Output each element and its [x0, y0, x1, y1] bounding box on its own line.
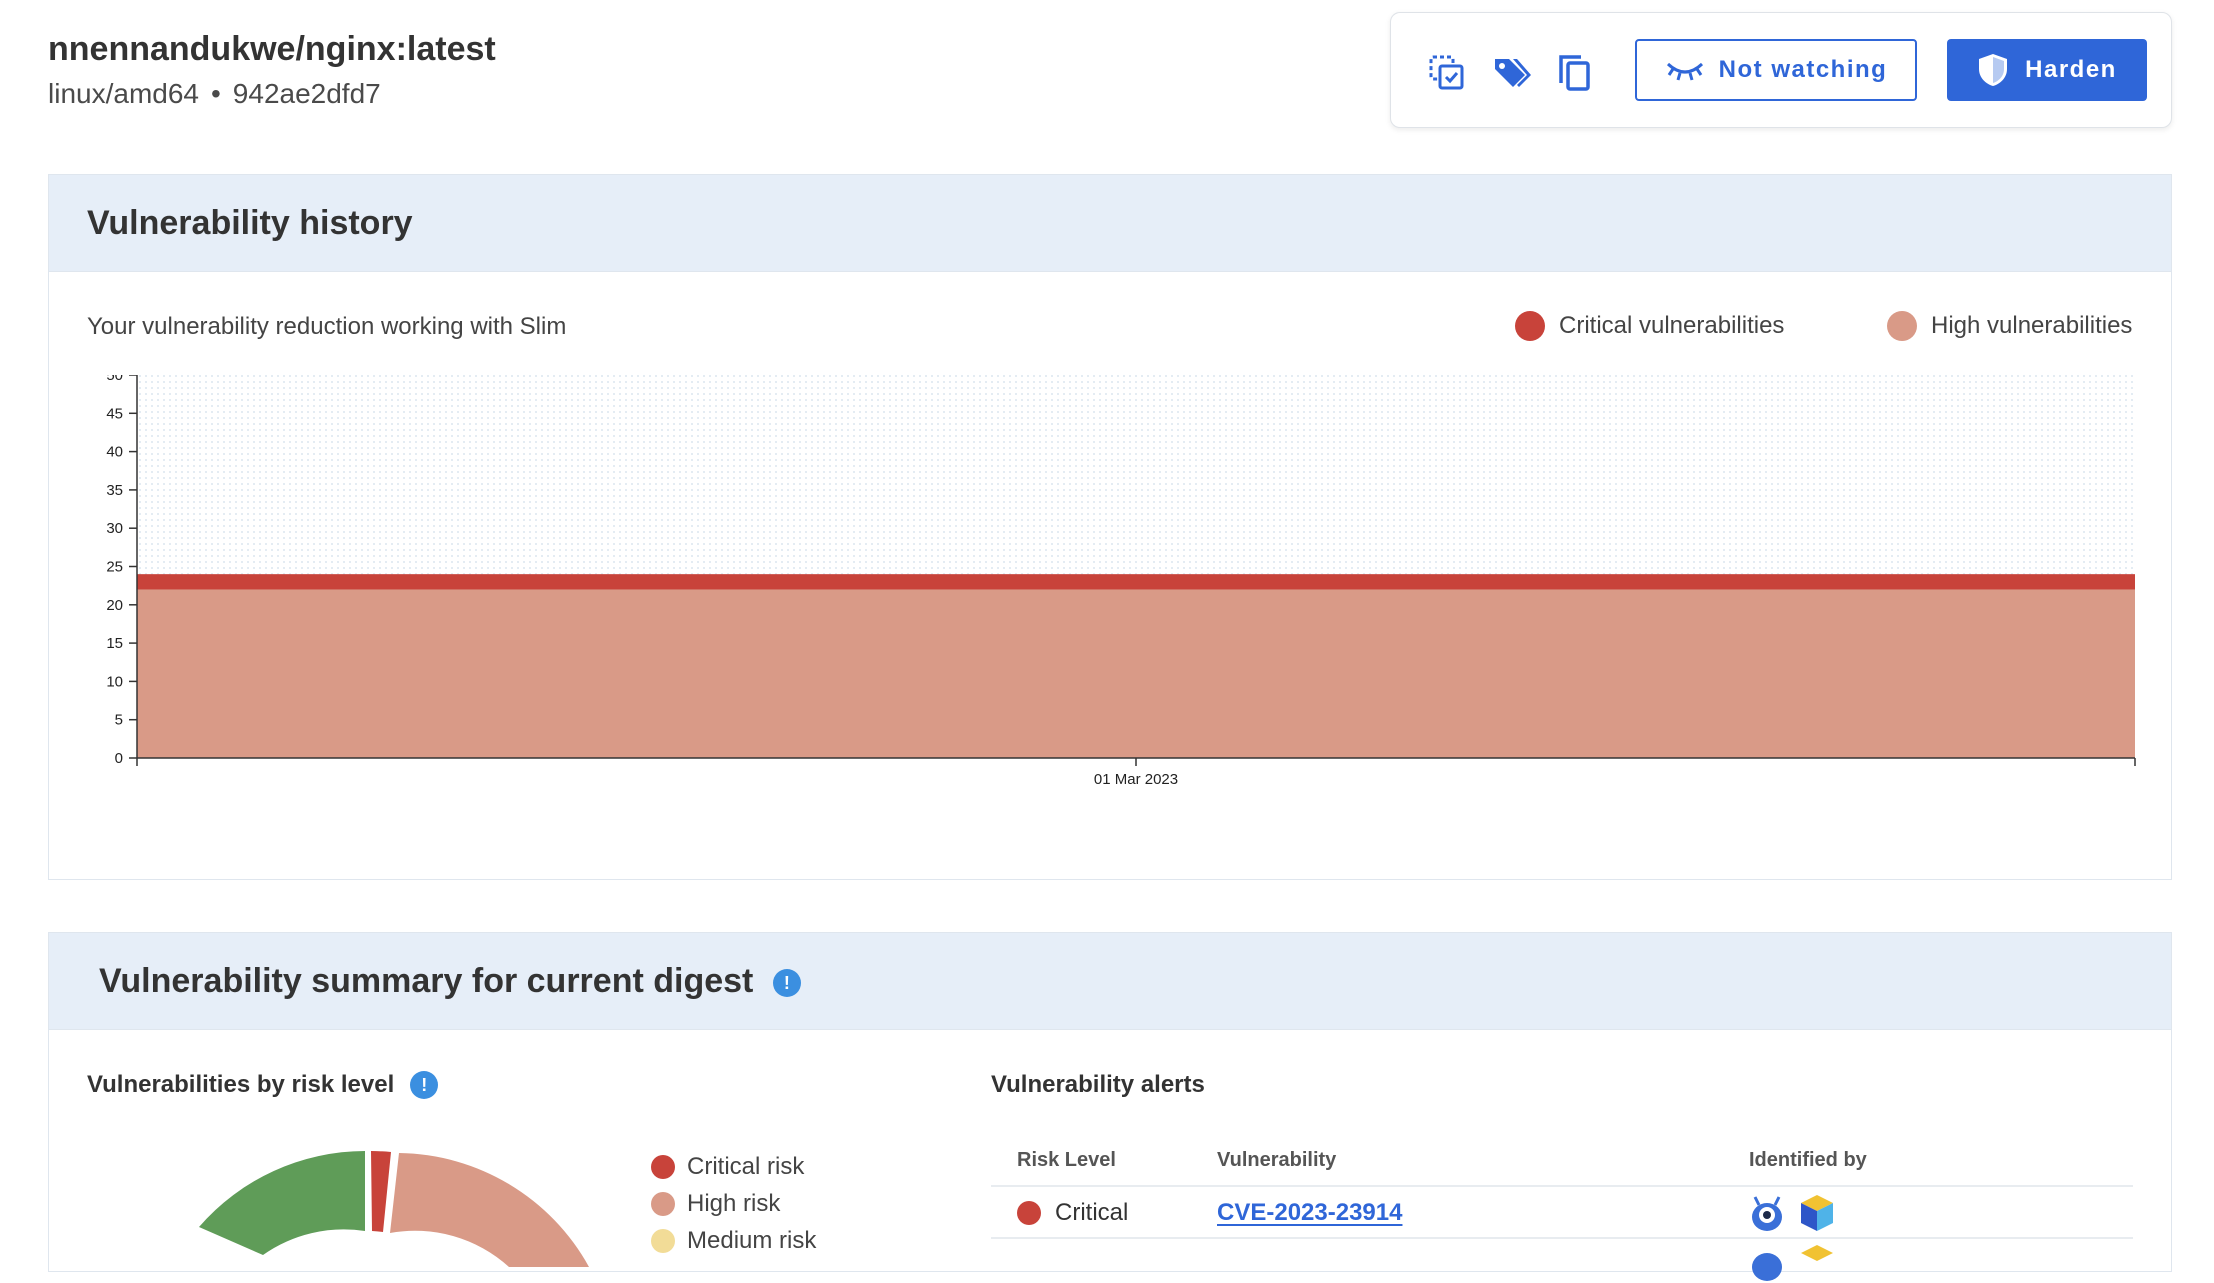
risk-legend-high-label: High risk [687, 1190, 781, 1217]
harden-button[interactable]: Harden [1947, 39, 2147, 101]
summary-title-row: Vulnerability summary for current digest… [99, 933, 801, 1029]
risk-dot-critical [1017, 1201, 1041, 1225]
platform-label: linux/amd64 [48, 78, 199, 109]
y-tick-label: 10 [106, 673, 123, 690]
tag-icon[interactable] [1489, 51, 1533, 95]
identified-by-cell [1749, 1193, 1835, 1233]
shield-icon [1979, 54, 2008, 86]
history-card-header: Vulnerability history [49, 175, 2171, 272]
not-watching-label: Not watching [1718, 56, 1888, 83]
harden-label: Harden [2025, 56, 2117, 83]
y-tick-label: 20 [106, 597, 123, 614]
risk-dot-medium [651, 1229, 675, 1253]
summary-info-icon[interactable]: ! [772, 969, 801, 998]
legend-critical[interactable]: Critical vulnerabilities [1515, 311, 1784, 341]
legend-critical-label: Critical vulnerabilities [1559, 312, 1785, 339]
donut-high-segment [390, 1153, 589, 1267]
history-area-chart: 0 5 10 15 20 25 30 35 40 45 50 01 Mar 2023 [106, 375, 2136, 788]
cve-link[interactable]: CVE-2023-23914 [1217, 1199, 1402, 1227]
area-critical-vulnerabilities [137, 574, 2135, 590]
risk-donut-chart [199, 1151, 589, 1267]
risk-legend-high: High risk [651, 1190, 780, 1218]
y-tick-label: 5 [115, 712, 123, 729]
legend-high-label: High vulnerabilities [1931, 312, 2133, 339]
image-meta: linux/amd64 • 942ae2dfd7 [48, 78, 381, 110]
risk-legend-critical-label: Critical risk [687, 1153, 805, 1180]
image-title: nnennandukwe/nginx:latest [48, 30, 496, 68]
col-identified-by: Identified by [1749, 1149, 1867, 1171]
risk-legend-critical: Critical risk [651, 1153, 804, 1181]
risk-info-icon[interactable]: ! [410, 1071, 439, 1099]
col-vulnerability: Vulnerability [1217, 1149, 1337, 1171]
donut-critical-segment [371, 1151, 391, 1232]
col-risk-level: Risk Level [1017, 1149, 1116, 1171]
trivy-scanner-icon [1801, 1195, 1833, 1231]
table-row[interactable]: Critical CVE-2023-23914 [991, 1187, 2133, 1237]
risk-legend-medium: Medium risk [651, 1227, 816, 1255]
risk-cell: Critical [1017, 1199, 1128, 1227]
eye-closed-icon [1666, 62, 1703, 81]
risk-dot-critical [651, 1155, 675, 1179]
summary-title: Vulnerability summary for current digest [99, 962, 754, 1000]
risk-legend-medium-label: Medium risk [687, 1227, 817, 1254]
y-tick-label: 0 [115, 750, 123, 767]
y-tick-label: 15 [106, 635, 123, 652]
legend-high[interactable]: High vulnerabilities [1887, 311, 2132, 341]
legend-critical-dot [1515, 311, 1545, 341]
y-tick-label: 50 [106, 375, 123, 384]
trivy-scanner-icon [1801, 1245, 1833, 1261]
risk-dot-high [651, 1192, 675, 1216]
table-row-divider [991, 1237, 2133, 1239]
vulnerability-summary-card: Vulnerability summary for current digest… [48, 932, 2172, 1281]
history-subtitle: Your vulnerability reduction working wit… [87, 313, 567, 340]
history-title: Vulnerability history [87, 204, 413, 242]
legend-high-dot [1887, 311, 1917, 341]
copy-icon[interactable] [1553, 51, 1597, 95]
donut-other-segment [199, 1151, 365, 1255]
risk-level-title: Vulnerabilities by risk level [87, 1071, 395, 1098]
y-tick-label: 40 [106, 444, 123, 461]
risk-level-value: Critical [1055, 1199, 1129, 1226]
compare-icon[interactable] [1425, 51, 1469, 95]
x-tick-label: 01 Mar 2023 [1094, 771, 1178, 788]
grype-scanner-icon [1752, 1196, 1782, 1231]
action-toolbar: Not watching Harden [1390, 12, 2172, 128]
area-high-vulnerabilities [137, 589, 2135, 758]
summary-card-header: Vulnerability summary for current digest… [49, 933, 2171, 1030]
meta-separator: • [210, 78, 221, 109]
grype-scanner-icon [1752, 1253, 1782, 1281]
y-tick-label: 45 [106, 405, 123, 422]
y-tick-label: 35 [106, 482, 123, 499]
y-tick-label: 25 [106, 559, 123, 576]
vulnerability-history-card: Vulnerability history Your vulnerability… [48, 174, 2172, 880]
risk-level-heading: Vulnerabilities by risk level ! [87, 1071, 439, 1099]
not-watching-button[interactable]: Not watching [1635, 39, 1917, 101]
alerts-title: Vulnerability alerts [991, 1071, 1205, 1098]
next-row-icons [1749, 1243, 1835, 1283]
y-tick-label: 30 [106, 520, 123, 537]
digest-label: 942ae2dfd7 [232, 78, 381, 109]
